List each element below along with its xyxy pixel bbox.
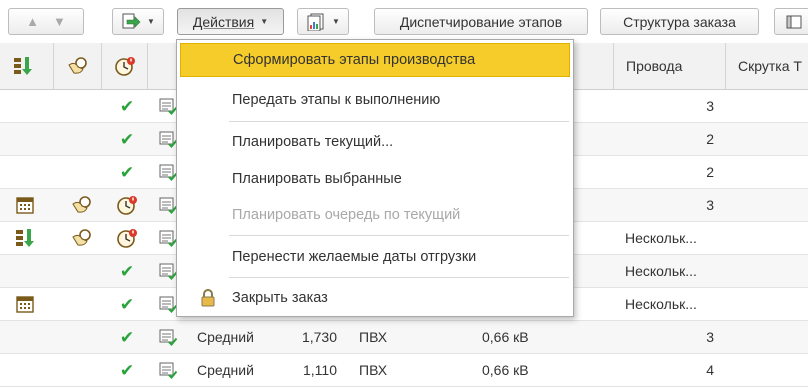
actions-button[interactable]: Действия ▼ [177,8,284,35]
check-icon: ✔ [119,360,135,380]
actions-label: Действия [192,13,255,30]
check-icon: ✔ [119,129,135,149]
voltage-cell: 0,66 кВ [482,362,529,378]
check-icon: ✔ [119,162,135,182]
calendar-icon [10,288,40,320]
clock-warning-icon [112,222,142,254]
wires-cell: Нескольк... [625,230,697,246]
header-wires[interactable]: Провода [614,43,726,89]
menu-item-label: Закрыть заказ [232,290,328,306]
voltage-cell: 0,66 кВ [482,329,529,345]
menu-item-label: Передать этапы к выполнению [232,92,441,108]
hand-gear-icon [66,189,96,221]
check-icon: ✔ [119,327,135,347]
clock-warning-icon [115,57,135,76]
clock-warning-icon [112,189,142,221]
header-hand-gear[interactable] [54,43,102,89]
menu-item-label: Планировать выбранные [232,171,402,187]
menu-separator [229,235,569,236]
header-twisting-label: Скрутка Т [738,58,802,74]
wires-cell: 3 [706,197,714,213]
table-row[interactable]: ✔ Средний 1,730 ПВХ 0,66 кВ 3 [0,321,808,354]
hand-gear-icon [68,57,87,74]
dispatch-stages-button[interactable]: Диспетчирование этапов [374,8,588,35]
check-icon: ✔ [119,294,135,314]
order-structure-button[interactable]: Структура заказа [600,8,759,35]
quantity-cell: 1,110 [303,362,337,378]
material-cell: ПВХ [359,329,388,345]
stages-icon [10,222,40,254]
menu-item-move-shipping-dates[interactable]: Перенести желаемые даты отгрузки [180,240,570,274]
document-posted-icon [159,354,181,386]
panel-icon [786,15,802,28]
header-clock-warning[interactable] [102,43,148,89]
header-wires-label: Провода [626,58,683,74]
wires-cell: 3 [706,329,714,345]
check-icon: ✔ [119,96,135,116]
reports-button[interactable]: ▼ [297,8,349,35]
wires-cell: 4 [706,362,714,378]
wires-cell: Нескольк... [625,296,697,312]
wires-cell: 2 [706,131,714,147]
create-document-icon [122,13,141,28]
table-row[interactable]: ✔ Средний 1,110 ПВХ 0,66 кВ 4 [0,354,808,387]
menu-item-label: Планировать текущий... [232,134,394,150]
menu-separator [229,121,569,122]
hand-gear-icon [66,222,96,254]
menu-item-label: Сформировать этапы производства [233,52,476,68]
menu-separator [229,277,569,278]
stages-icon [14,57,32,75]
wires-cell: 2 [706,164,714,180]
create-based-on-button[interactable]: ▼ [112,8,164,35]
chevron-down-icon: ▼ [260,17,269,26]
material-cell: ПВХ [359,362,388,378]
wires-cell: 3 [706,98,714,114]
check-icon: ✔ [119,261,135,281]
header-stages[interactable] [0,43,54,89]
order-structure-label: Структура заказа [623,13,736,30]
move-buttons-group: ▲ ▼ [8,8,84,35]
menu-item-plan-queue: Планировать очередь по текущий [180,198,570,232]
menu-item-plan-current[interactable]: Планировать текущий... [180,125,570,159]
more-button[interactable] [774,8,808,35]
menu-item-plan-selected[interactable]: Планировать выбранные [180,162,570,196]
menu-item-label: Планировать очередь по текущий [232,207,461,223]
dispatch-stages-label: Диспетчирование этапов [399,13,563,30]
wires-cell: Нескольк... [625,263,697,279]
chevron-down-icon: ▼ [332,17,340,26]
menu-item-close-order[interactable]: Закрыть заказ [180,281,570,315]
menu-item-label: Перенести желаемые даты отгрузки [232,249,477,265]
reports-icon [307,13,324,31]
lock-icon [201,289,215,307]
document-posted-icon [159,321,181,353]
menu-item-form-stages[interactable]: Сформировать этапы производства [180,43,570,77]
move-down-icon[interactable]: ▼ [53,14,66,29]
actions-menu: Сформировать этапы производства Передать… [176,39,574,317]
quantity-cell: 1,730 [301,329,337,345]
header-twisting[interactable]: Скрутка Т [726,43,808,89]
chevron-down-icon: ▼ [147,17,155,26]
menu-item-transfer-stages[interactable]: Передать этапы к выполнению [180,83,570,117]
calendar-icon [10,189,40,221]
move-up-icon[interactable]: ▲ [26,14,39,29]
